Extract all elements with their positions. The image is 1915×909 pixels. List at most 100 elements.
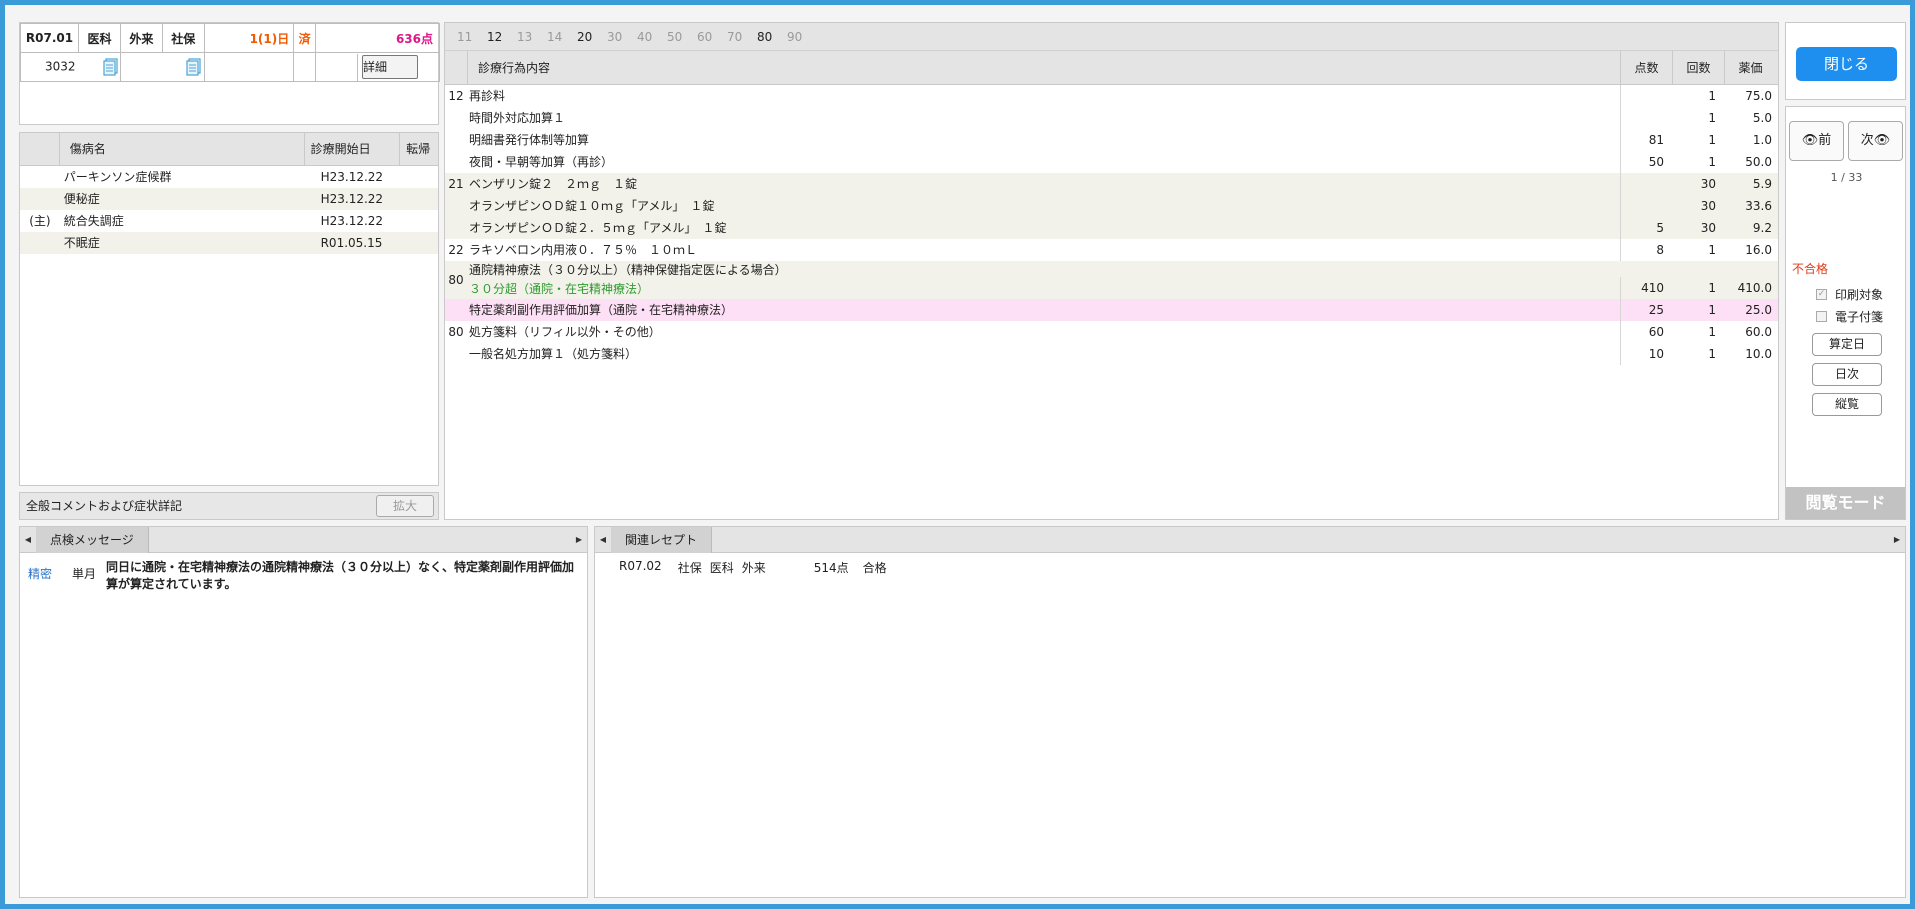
disease-row[interactable]: 便秘症 H23.12.22 bbox=[20, 188, 438, 210]
treatment-name-cell: 時間外対応加算１ bbox=[467, 107, 1620, 129]
treatment-code bbox=[445, 195, 467, 217]
treatment-price: 10.0 bbox=[1745, 347, 1772, 361]
tab-category-11[interactable]: 11 bbox=[457, 30, 487, 44]
treatment-row[interactable]: 80 通院精神療法（３０分以上）（精神保健指定医による場合） ３０分超（通院・在宅精… bbox=[445, 261, 1778, 299]
treatment-points bbox=[1620, 107, 1672, 129]
treatment-name-cell: オランザピンＯＤ錠１０ｍｇ「アメル」 １錠 bbox=[467, 195, 1620, 217]
document-icon[interactable] bbox=[186, 58, 202, 76]
treatment-points: 25 bbox=[1620, 299, 1672, 321]
treatment-row[interactable]: 80 処方箋料（リフィル以外・その他） 60 1 60.0 bbox=[445, 321, 1778, 343]
treatment-count: 1 bbox=[1708, 89, 1716, 103]
treatment-price: 75.0 bbox=[1745, 89, 1772, 103]
scroll-right-icon[interactable]: ▶ bbox=[1889, 527, 1905, 553]
tab-category-40[interactable]: 40 bbox=[637, 30, 667, 44]
treatment-count: 1 bbox=[1708, 243, 1716, 257]
treatment-code bbox=[445, 129, 467, 151]
next-button[interactable]: 次👁 bbox=[1848, 121, 1903, 161]
tab-related-receipt[interactable]: 関連レセプト bbox=[611, 526, 713, 553]
outcome bbox=[400, 188, 438, 210]
main-col-header bbox=[20, 133, 60, 165]
tab-category-13[interactable]: 13 bbox=[517, 30, 547, 44]
tab-category-90[interactable]: 90 bbox=[787, 30, 817, 44]
daily-button[interactable]: 日次 bbox=[1812, 363, 1882, 386]
treatment-code: 80 bbox=[448, 325, 464, 339]
treatment-row[interactable]: 21 ベンザリン錠２ ２ｍｇ １錠 30 5.9 bbox=[445, 173, 1778, 195]
treatment-name-cell: 夜間・早朝等加算（再診） bbox=[467, 151, 1620, 173]
tab-category-50[interactable]: 50 bbox=[667, 30, 697, 44]
detail-button[interactable]: 詳細 bbox=[361, 54, 418, 79]
treatment-points: 5 bbox=[1620, 217, 1672, 239]
treatment-name-cell: 処方箋料（リフィル以外・その他） bbox=[467, 321, 1620, 343]
eye-left-icon: 👁 bbox=[1801, 133, 1819, 148]
treatment-code bbox=[445, 217, 467, 239]
treatment-points: 8 bbox=[1620, 239, 1672, 261]
disease-row[interactable]: (主) 統合失調症 H23.12.22 bbox=[20, 210, 438, 232]
tab-category-70[interactable]: 70 bbox=[727, 30, 757, 44]
related-month: R07.02 bbox=[619, 559, 662, 573]
treatment-row[interactable]: 12 再診料 1 75.0 bbox=[445, 85, 1778, 107]
header-days: 1(1)日 bbox=[203, 23, 295, 53]
disease-name: 便秘症 bbox=[63, 192, 100, 206]
vertical-view-button[interactable]: 縦覧 bbox=[1812, 393, 1882, 416]
tab-category-14[interactable]: 14 bbox=[547, 30, 577, 44]
treatment-row[interactable]: 時間外対応加算１ 1 5.0 bbox=[445, 107, 1778, 129]
tab-category-80[interactable]: 80 bbox=[757, 30, 787, 44]
e-attach-label: 電子付箋 bbox=[1835, 310, 1884, 324]
message-level: 精密 bbox=[28, 567, 53, 581]
close-button[interactable]: 閉じる bbox=[1796, 47, 1897, 81]
treatment-row[interactable]: 明細書発行体制等加算 81 1 1.0 bbox=[445, 129, 1778, 151]
eye-right-icon: 👁 bbox=[1873, 133, 1891, 148]
treatment-header: 診療行為内容 点数 回数 薬価 bbox=[445, 50, 1778, 85]
scroll-left-icon[interactable]: ◀ bbox=[595, 527, 611, 553]
treatment-price: 16.0 bbox=[1745, 243, 1772, 257]
treatment-name-cell: 再診料 bbox=[467, 85, 1620, 107]
print-target-checkbox[interactable]: ✓ 印刷対象 bbox=[1816, 286, 1883, 303]
patient-no-cell: 3032 bbox=[20, 52, 121, 82]
treatment-count: 30 bbox=[1700, 177, 1716, 191]
detail-cell: 詳細 bbox=[315, 52, 440, 82]
treatment-count: 1 bbox=[1708, 111, 1716, 125]
treatment-row[interactable]: 22 ラキソベロン内用液０．７５％ １０ｍＬ 8 1 16.0 bbox=[445, 239, 1778, 261]
disease-name: 不眠症 bbox=[63, 236, 100, 250]
calc-date-button[interactable]: 算定日 bbox=[1812, 333, 1882, 356]
treatment-price: 60.0 bbox=[1745, 325, 1772, 339]
tab-category-60[interactable]: 60 bbox=[697, 30, 727, 44]
disease-header: 傷病名 診療開始日 転帰 bbox=[20, 133, 438, 166]
treatment-row[interactable]: オランザピンＯＤ錠２．５ｍｇ「アメル」 １錠 5 30 9.2 bbox=[445, 217, 1778, 239]
treatment-name: 再診料 bbox=[469, 89, 506, 103]
tab-check-message[interactable]: 点検メッセージ bbox=[36, 526, 149, 553]
scroll-right-icon[interactable]: ▶ bbox=[571, 527, 587, 553]
treatment-row[interactable]: 一般名処方加算１（処方箋料） 10 1 10.0 bbox=[445, 343, 1778, 365]
treatment-name: 特定薬剤副作用評価加算（通院・在宅精神療法） bbox=[469, 303, 734, 317]
treatment-price: 5.9 bbox=[1752, 177, 1772, 191]
e-attach-checkbox[interactable]: 電子付箋 bbox=[1816, 308, 1883, 325]
treatment-row[interactable]: 夜間・早朝等加算（再診） 50 1 50.0 bbox=[445, 151, 1778, 173]
tab-category-20[interactable]: 20 bbox=[577, 30, 607, 44]
enlarge-button[interactable]: 拡大 bbox=[376, 495, 434, 517]
treatment-price: 410.0 bbox=[1737, 281, 1772, 295]
check-tab-bar: ◀ 点検メッセージ ▶ bbox=[20, 526, 587, 553]
header-done: 済 bbox=[293, 23, 317, 53]
disease-row[interactable]: 不眠症 R01.05.15 bbox=[20, 232, 438, 254]
start-date: H23.12.22 bbox=[320, 170, 384, 184]
related-receipt-row[interactable]: R07.02 社保 医科 外来 514点 合格 bbox=[595, 553, 1905, 576]
outcome bbox=[400, 210, 438, 232]
tab-category-30[interactable]: 30 bbox=[607, 30, 637, 44]
scroll-left-icon[interactable]: ◀ bbox=[20, 527, 36, 553]
category-tabs: 11 12 13 14 20 30 40 50 60 70 80 90 bbox=[445, 23, 1778, 50]
treatment-points: 50 bbox=[1620, 151, 1672, 173]
treatment-name: ベンザリン錠２ ２ｍｇ １錠 bbox=[469, 177, 638, 191]
treatment-count: 30 bbox=[1700, 199, 1716, 213]
disease-name: 統合失調症 bbox=[63, 214, 124, 228]
prev-button[interactable]: 👁前 bbox=[1789, 121, 1844, 161]
empty-cell bbox=[293, 52, 317, 82]
prev-label: 前 bbox=[1818, 133, 1832, 148]
header-insurance: 社保 bbox=[161, 23, 205, 53]
treatment-row[interactable]: 特定薬剤副作用評価加算（通院・在宅精神療法） 25 1 25.0 bbox=[445, 299, 1778, 321]
document-icon[interactable] bbox=[103, 58, 119, 76]
treatment-row[interactable]: オランザピンＯＤ錠１０ｍｇ「アメル」 １錠 30 33.6 bbox=[445, 195, 1778, 217]
tab-category-12[interactable]: 12 bbox=[487, 30, 517, 44]
disease-row[interactable]: パーキンソン症候群 H23.12.22 bbox=[20, 166, 438, 188]
count-header: 回数 bbox=[1672, 51, 1724, 84]
comment-label: 全般コメントおよび症状詳記 bbox=[26, 499, 183, 513]
